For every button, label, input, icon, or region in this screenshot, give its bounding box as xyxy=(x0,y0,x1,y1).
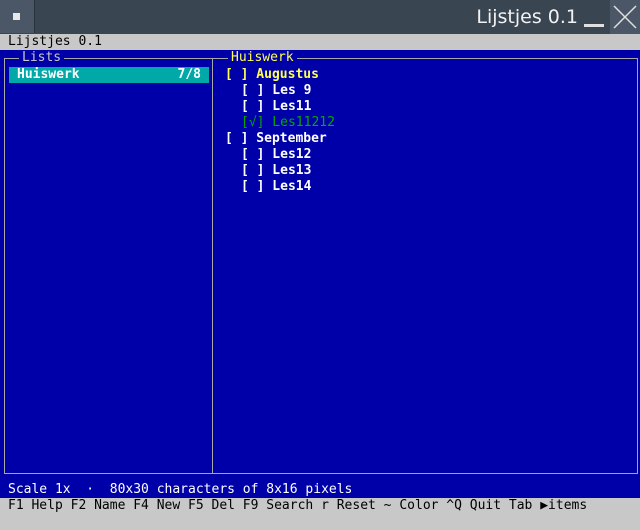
list-entry[interactable]: [ ] Les 9 xyxy=(241,83,311,99)
window-menu-icon xyxy=(13,13,20,20)
list-item-name: Huiswerk xyxy=(17,67,80,82)
key-help-text: F1 Help F2 Name F4 New F5 Del F9 Search … xyxy=(8,498,588,513)
list-entry[interactable]: [√] Les11212 xyxy=(241,115,335,131)
window-menu-button[interactable] xyxy=(0,0,35,33)
list-entry[interactable]: [ ] Les12 xyxy=(241,147,311,163)
lists-panel: Lists Huiswerk 7/8 xyxy=(4,50,213,474)
list-entry[interactable]: [ ] Les14 xyxy=(241,179,311,195)
app-header: Lijstjes 0.1 xyxy=(8,34,102,49)
items-panel-title: Huiswerk xyxy=(228,50,297,66)
minimize-button[interactable] xyxy=(578,0,610,34)
main-screen: Lists Huiswerk 7/8 Huiswerk [ ] Augustus… xyxy=(0,50,640,482)
app-header-bar: Lijstjes 0.1 xyxy=(0,34,640,50)
minimize-icon xyxy=(584,24,604,27)
list-entry[interactable]: [ ] Les13 xyxy=(241,163,311,179)
status-bar: Scale 1x · 80x30 characters of 8x16 pixe… xyxy=(0,482,640,498)
window-titlebar: Lijstjes 0.1 xyxy=(0,0,640,35)
list-entry[interactable]: [ ] Les11 xyxy=(241,99,311,115)
close-icon xyxy=(613,5,637,29)
list-entry[interactable]: [ ] Augustus xyxy=(225,67,319,83)
lists-panel-title: Lists xyxy=(19,50,65,66)
key-help-bar: F1 Help F2 Name F4 New F5 Del F9 Search … xyxy=(0,498,640,514)
items-panel: Huiswerk [ ] Augustus [ ] Les 9 [ ] Les1… xyxy=(212,50,638,474)
close-button[interactable] xyxy=(610,0,640,34)
list-item-huiswerk[interactable]: Huiswerk 7/8 xyxy=(9,67,209,83)
list-item-count: 7/8 xyxy=(177,67,201,82)
window-title: Lijstjes 0.1 xyxy=(476,6,578,28)
status-text: Scale 1x · 80x30 characters of 8x16 pixe… xyxy=(8,482,353,497)
list-entry[interactable]: [ ] September xyxy=(225,131,327,147)
